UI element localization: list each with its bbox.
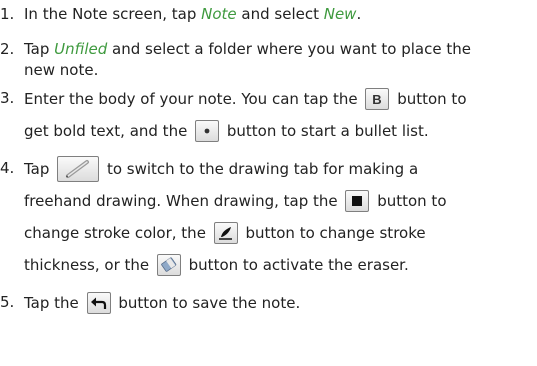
step-text: to switch to the drawing tab for making … <box>102 160 419 178</box>
step-text: new note. <box>24 61 99 79</box>
step-number: 3. <box>0 89 15 107</box>
stroke-thickness-button-icon <box>213 221 238 244</box>
step-text: and select <box>236 5 324 23</box>
step-5: 5. Tap the button to save the note. <box>0 287 535 319</box>
step-text: get bold text, and the <box>24 122 193 140</box>
eraser-button-icon <box>156 253 181 276</box>
step-line: In the Note screen, tap Note and select … <box>24 4 535 25</box>
step-body: Tap the button to save the note. <box>24 287 535 319</box>
unfiled-folder-term: Unfiled <box>54 40 108 58</box>
step-text: . <box>356 5 362 23</box>
step-text: thickness, or the <box>24 256 154 274</box>
step-text: button to <box>392 90 467 108</box>
step-text: Enter the body of your note. You can tap… <box>24 90 363 108</box>
step-text: button to activate the eraser. <box>183 256 409 274</box>
step-line: Tap the button to save the note. <box>24 287 535 319</box>
step-1: 1. In the Note screen, tap Note and sele… <box>0 4 535 25</box>
step-line: Tap to switch to the drawing tab for mak… <box>24 153 535 185</box>
save-back-arrow-icon <box>86 291 111 314</box>
drawing-tab-pencil-icon <box>57 155 100 182</box>
step-line: thickness, or the button to activate the… <box>24 249 535 281</box>
step-number: 5. <box>0 293 15 311</box>
stroke-color-button-icon <box>345 189 370 212</box>
bold-button-icon: B <box>365 87 390 110</box>
step-text: button to <box>372 192 447 210</box>
step-text: Tap the <box>24 294 84 312</box>
step-line: new note. <box>24 60 535 81</box>
step-text: Tap <box>24 160 55 178</box>
step-text: freehand drawing. When drawing, tap the <box>24 192 343 210</box>
step-2: 2. Tap Unfiled and select a folder where… <box>0 39 535 81</box>
step-4: 4. Tap to switch to the drawing tab for … <box>0 153 535 281</box>
step-number: 4. <box>0 159 15 177</box>
step-body: In the Note screen, tap Note and select … <box>24 4 535 25</box>
step-text: change stroke color, the <box>24 224 211 242</box>
step-line: Enter the body of your note. You can tap… <box>24 83 535 115</box>
step-body: Enter the body of your note. You can tap… <box>24 83 535 147</box>
step-text: and select a folder where you want to pl… <box>107 40 471 58</box>
step-body: Tap to switch to the drawing tab for mak… <box>24 153 535 281</box>
svg-text:B: B <box>373 92 382 107</box>
step-text: button to save the note. <box>113 294 301 312</box>
new-menu-term: New <box>323 5 357 23</box>
step-text: button to start a bullet list. <box>222 122 429 140</box>
step-line: Tap Unfiled and select a folder where yo… <box>24 39 535 60</box>
step-line: freehand drawing. When drawing, tap the … <box>24 185 535 217</box>
step-body: Tap Unfiled and select a folder where yo… <box>24 39 535 81</box>
step-line: get bold text, and the button to start a… <box>24 115 535 147</box>
step-text: button to change stroke <box>240 224 426 242</box>
step-line: change stroke color, the button to chang… <box>24 217 535 249</box>
note-menu-term: Note <box>201 5 237 23</box>
step-text: In the Note screen, tap <box>24 5 202 23</box>
instruction-document: 1. In the Note screen, tap Note and sele… <box>0 0 537 366</box>
step-number: 2. <box>0 40 15 58</box>
bullet-list-button-icon <box>195 119 220 142</box>
step-3: 3. Enter the body of your note. You can … <box>0 83 535 147</box>
step-text: Tap <box>24 40 55 58</box>
step-number: 1. <box>0 5 15 23</box>
